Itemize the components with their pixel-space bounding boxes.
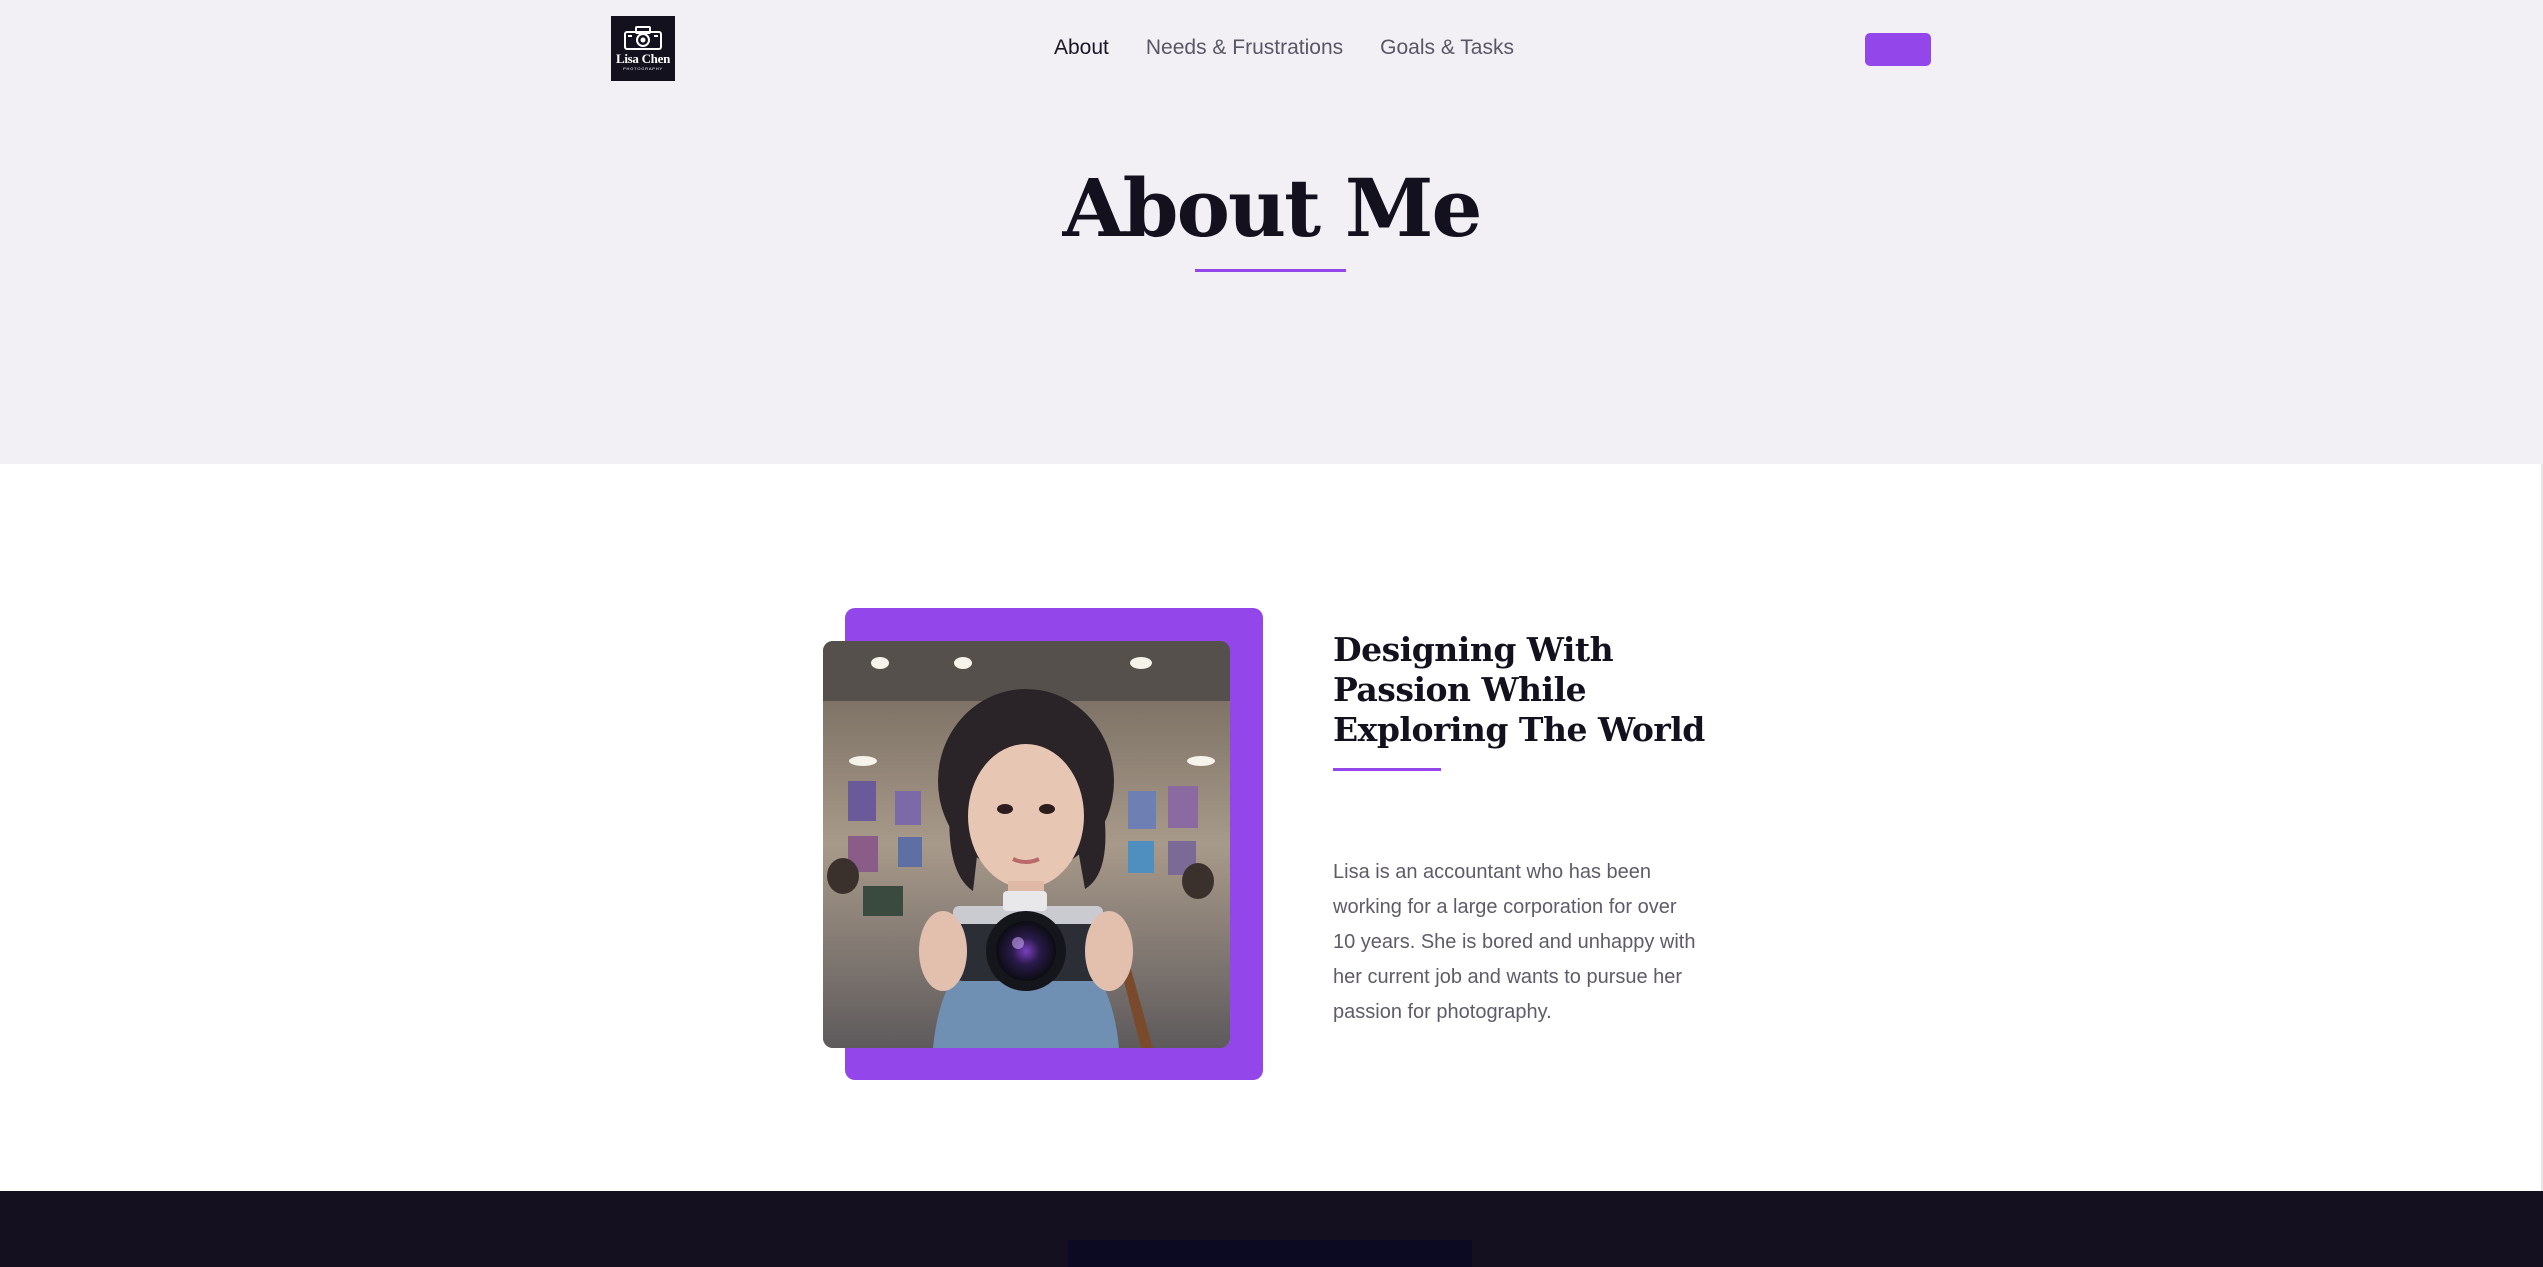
nav-item-goals-tasks[interactable]: Goals & Tasks xyxy=(1380,36,1514,60)
footer-content-block xyxy=(1068,1240,1472,1267)
title-underline xyxy=(1195,269,1346,272)
nav-item-about[interactable]: About xyxy=(1054,36,1109,60)
about-description: Lisa is an accountant who has been worki… xyxy=(1333,861,1696,1023)
cta-button[interactable] xyxy=(1865,33,1931,66)
footer-section xyxy=(0,1191,2543,1267)
nav-item-needs-frustrations[interactable]: Needs & Frustrations xyxy=(1146,36,1343,60)
about-heading-underline xyxy=(1333,768,1441,771)
profile-photo xyxy=(823,641,1230,1048)
camera-icon xyxy=(624,26,662,50)
brand-name: Lisa Chen xyxy=(615,51,670,66)
about-heading: Designing With Passion While Exploring T… xyxy=(1333,630,1705,749)
hero-section: Lisa Chen PHOTOGRAPHY About Needs & Frus… xyxy=(0,0,2543,464)
page-title: About Me xyxy=(1062,161,1483,255)
main-nav: About Needs & Frustrations Goals & Tasks xyxy=(1054,36,1514,60)
brand-tagline: PHOTOGRAPHY xyxy=(623,66,663,71)
brand-logo[interactable]: Lisa Chen PHOTOGRAPHY xyxy=(611,16,675,81)
